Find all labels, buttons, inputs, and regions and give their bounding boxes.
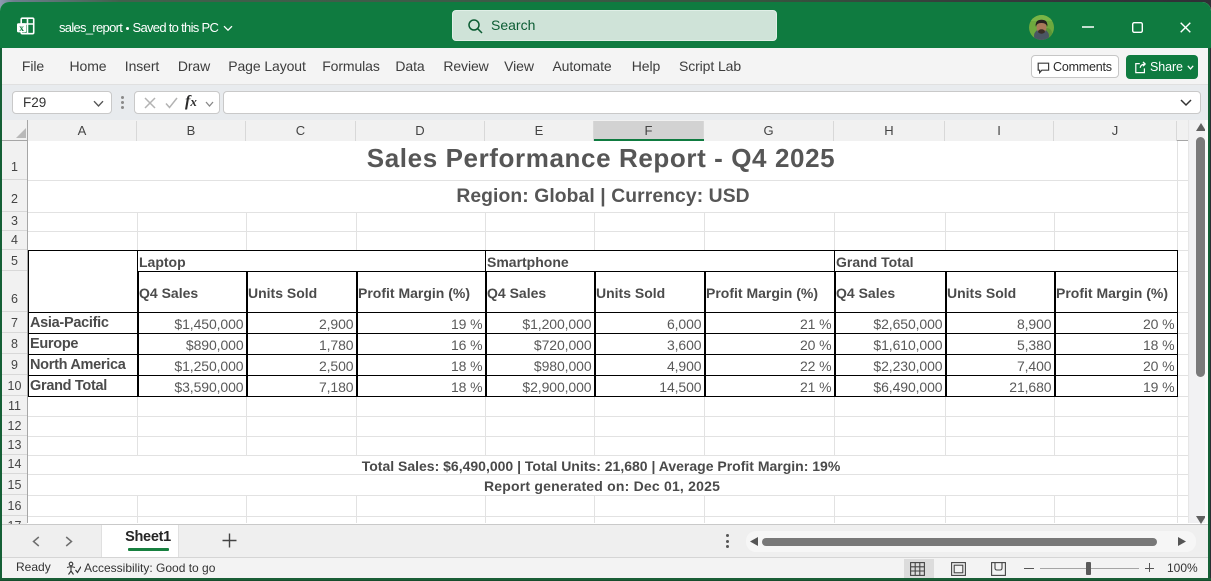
svg-text:x: x xyxy=(19,24,24,34)
